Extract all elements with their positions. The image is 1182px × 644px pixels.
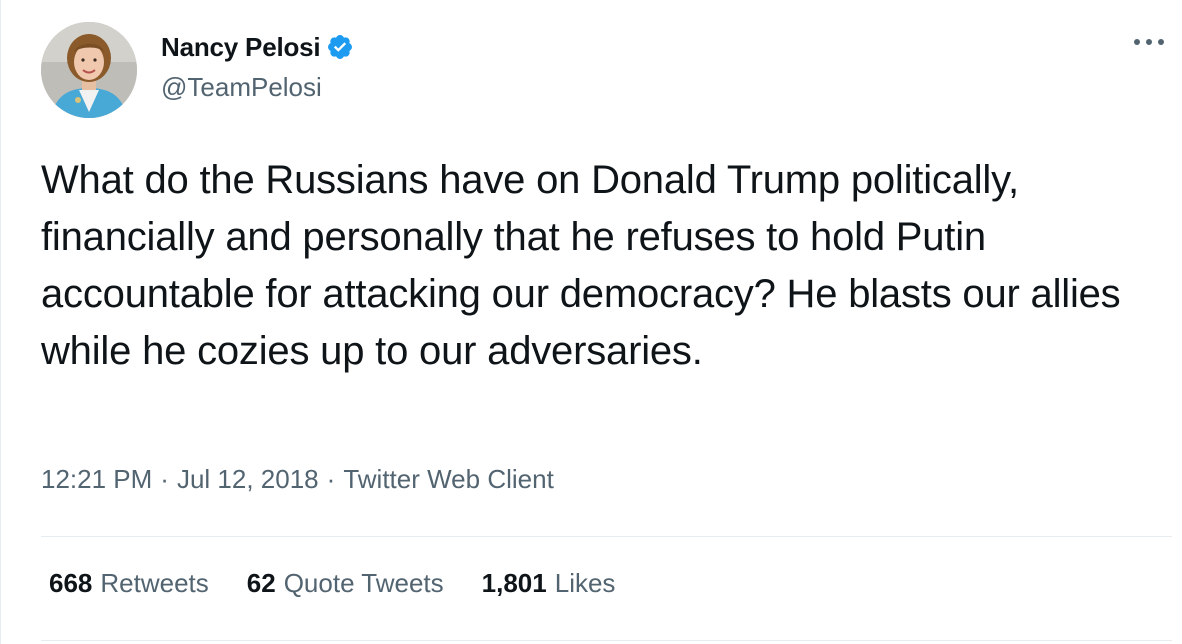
tweet-text: What do the Russians have on Donald Trum… [41,158,1121,373]
tweet-time[interactable]: 12:21 PM [41,464,152,495]
tweet-card: Nancy Pelosi @TeamPelosi What do the Rus… [0,0,1182,644]
tweet-metadata: 12:21 PM · Jul 12, 2018 · Twitter Web Cl… [41,464,554,495]
likes-label: Likes [554,568,616,598]
tweet-client[interactable]: Twitter Web Client [343,464,553,495]
quote-tweets-count: 62 [246,568,276,598]
divider [41,536,1172,537]
retweets-label: Retweets [100,568,209,598]
quote-tweets-label: Quote Tweets [283,568,444,598]
author-handle[interactable]: @TeamPelosi [161,72,322,103]
verified-badge-icon [326,33,354,61]
avatar-photo [41,22,137,118]
tweet-date[interactable]: Jul 12, 2018 [177,464,319,495]
likes-stat[interactable]: 1,801 Likes [482,568,616,599]
retweets-count: 668 [49,568,93,598]
divider [41,640,1172,641]
more-dot [1158,39,1164,45]
likes-count: 1,801 [481,568,547,598]
avatar[interactable] [41,22,137,118]
author-name-row[interactable]: Nancy Pelosi [161,30,354,64]
tweet-stats: 668 Retweets 62 Quote Tweets 1,801 Likes [49,568,653,599]
more-dot [1134,39,1140,45]
display-name[interactable]: Nancy Pelosi [161,32,321,63]
quote-tweets-stat[interactable]: 62 Quote Tweets [247,568,444,599]
separator: · [326,464,336,494]
separator: · [160,464,169,494]
retweets-stat[interactable]: 668 Retweets [49,568,209,599]
more-dot [1146,39,1152,45]
more-options-icon[interactable] [1134,32,1164,52]
